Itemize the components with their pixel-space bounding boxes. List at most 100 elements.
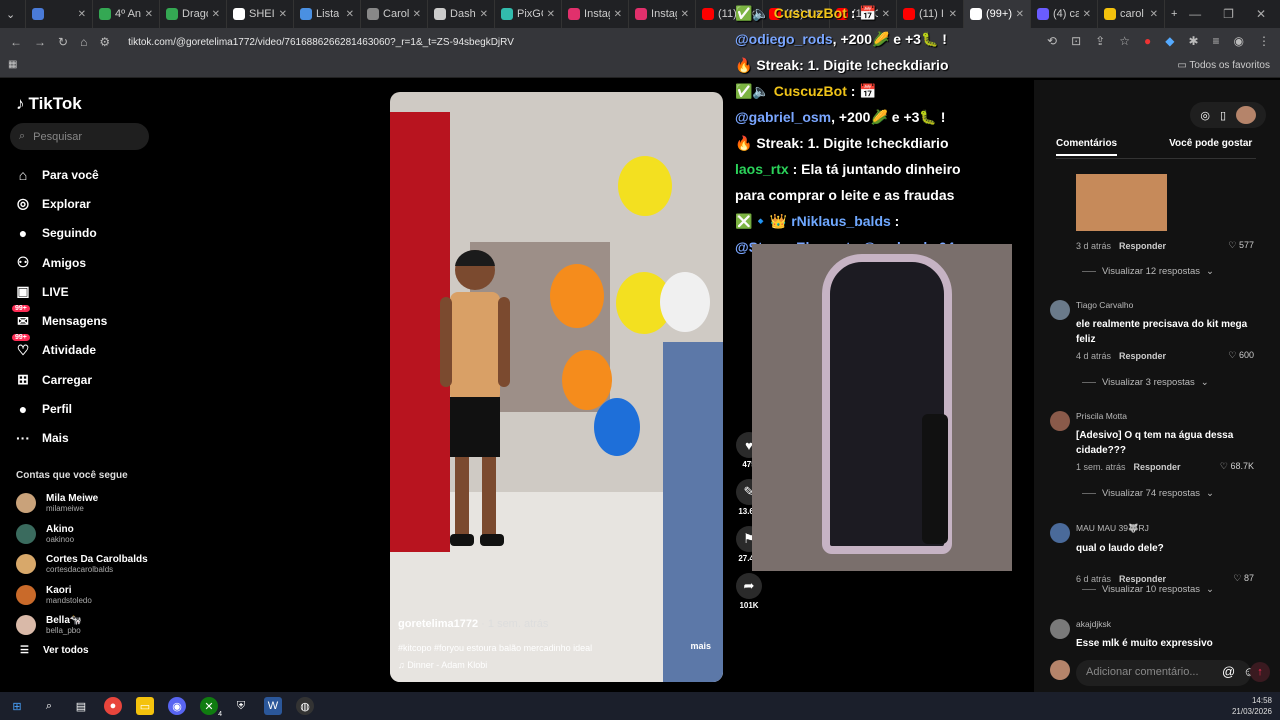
like-count[interactable]: ♡ 87 [1233, 573, 1254, 584]
obs-icon[interactable]: ◍ [296, 697, 314, 715]
commenter-avatar[interactable] [1050, 619, 1070, 639]
comment-username[interactable]: Tiago Carvalho [1076, 300, 1264, 310]
discord-icon[interactable]: ◉ [168, 697, 186, 715]
tab-comments[interactable]: Comentários [1056, 138, 1118, 156]
phone-icon[interactable]: ▯ [1220, 109, 1226, 122]
extension-red-icon[interactable]: ● [1144, 34, 1151, 48]
following-item[interactable]: Bella🐄 bella_pbo [16, 610, 156, 641]
reply-button[interactable]: Responder [1119, 574, 1166, 584]
tab-close-icon[interactable]: ✕ [547, 9, 555, 20]
menu-icon[interactable]: ⋮ [1258, 34, 1270, 48]
tab-close-icon[interactable]: ✕ [346, 9, 354, 20]
tiktok-logo[interactable]: ♪ TikTok [16, 94, 82, 114]
browser-tab[interactable]: Lista ✕ [294, 0, 362, 28]
maximize-icon[interactable]: ❐ [1223, 7, 1234, 21]
browser-tab[interactable]: SHEI ✕ [227, 0, 295, 28]
like-count[interactable]: ♡ 68.7K [1220, 461, 1254, 472]
nav-item-carregar[interactable]: ⊞ Carregar [14, 365, 154, 394]
tab-close-icon[interactable]: ✕ [1150, 9, 1158, 20]
tab-you-may-like[interactable]: Você pode gostar [1169, 138, 1252, 156]
nav-item-atividade[interactable]: ♡ 99+ Atividade [12, 333, 154, 365]
browser-tab[interactable]: Dash ✕ [428, 0, 496, 28]
chrome-icon[interactable]: ● [104, 697, 122, 715]
user-avatar[interactable] [1236, 106, 1256, 124]
search-icon[interactable]: ⌕ [40, 697, 58, 715]
install-icon[interactable]: ⊡ [1071, 34, 1081, 48]
mention-icon[interactable]: @ [1222, 664, 1235, 679]
video-player[interactable]: goretelima1772 · 1 sem. atrás #kitcopo #… [390, 92, 723, 682]
browser-tab[interactable]: PixGO ✕ [495, 0, 563, 28]
tab-close-icon[interactable]: ✕ [145, 9, 153, 20]
home-icon[interactable]: ⌂ [80, 35, 87, 49]
all-favorites[interactable]: ▭ Todos os favoritos [1177, 60, 1270, 71]
word-icon[interactable]: W [264, 697, 282, 715]
url-field[interactable]: tiktok.com/@goretelima1772/video/7616886… [128, 37, 514, 48]
share-icon[interactable]: ⇪ [1095, 34, 1105, 48]
site-info-icon[interactable]: ⚙ [99, 35, 110, 49]
nav-item-perfil[interactable]: ● Perfil [14, 394, 154, 423]
tab-close-icon[interactable]: ✕ [1083, 9, 1091, 20]
tab-close-icon[interactable]: ✕ [614, 9, 622, 20]
commenter-avatar[interactable] [1050, 411, 1070, 431]
nav-item-mensagens[interactable]: ✉ 99+ Mensagens [12, 304, 154, 335]
windows-start-icon[interactable]: ⊞ [8, 697, 26, 715]
browser-tab[interactable]: Instag ✕ [562, 0, 630, 28]
translate-icon[interactable]: ⟲ [1047, 34, 1057, 48]
tab-close-icon[interactable]: ✕ [279, 9, 287, 20]
view-replies-button[interactable]: Visualizar 3 respostas ⌄ [1082, 377, 1209, 388]
action-share[interactable]: ➦ 101K [736, 573, 762, 610]
comment-username[interactable]: MAU MAU 39🐺RJ [1076, 523, 1264, 534]
extension-blue-icon[interactable]: ◆ [1165, 34, 1174, 48]
tab-close-icon[interactable]: ✕ [681, 9, 689, 20]
following-item[interactable]: Cortes Da Carolbalds cortesdacarolbalds [16, 549, 156, 580]
video-more-button[interactable]: mais [690, 641, 711, 651]
browser-tab[interactable]: carol ✕ [1098, 0, 1166, 28]
browser-tab[interactable]: Instag ✕ [629, 0, 697, 28]
browser-tab[interactable]: ✕ [26, 0, 94, 28]
view-replies-button[interactable]: Visualizar 74 respostas ⌄ [1082, 488, 1214, 499]
profile-icon[interactable]: ◉ [1234, 34, 1244, 48]
commenter-avatar[interactable] [1050, 300, 1070, 320]
nav-item-seguindo[interactable]: ● Seguindo [14, 219, 154, 248]
back-icon[interactable]: ← [10, 35, 22, 49]
commenter-avatar[interactable] [1050, 523, 1070, 543]
tab-close-icon[interactable]: ✕ [480, 9, 488, 20]
nav-item-explorar[interactable]: ◎ Explorar [14, 189, 154, 218]
extensions-icon[interactable]: ✱ [1188, 34, 1198, 48]
security-icon[interactable]: ⛨ [232, 697, 250, 715]
tab-close-icon[interactable]: ✕ [212, 9, 220, 20]
view-replies-button[interactable]: Visualizar 10 respostas ⌄ [1082, 584, 1214, 595]
file-explorer-icon[interactable]: ▭ [136, 697, 154, 715]
like-count[interactable]: ♡ 600 [1228, 350, 1254, 361]
media-icon[interactable]: ≡ [1213, 34, 1220, 48]
tab-close-icon[interactable]: ✕ [78, 9, 86, 20]
star-icon[interactable]: ☆ [1119, 34, 1130, 48]
comment-username[interactable]: Priscila Motta [1076, 411, 1264, 421]
reply-button[interactable]: Responder [1119, 351, 1166, 361]
send-icon[interactable]: ↑ [1250, 662, 1270, 682]
tab-close-icon[interactable]: ✕ [413, 9, 421, 20]
tab-menu[interactable]: ⌄ [0, 0, 27, 28]
reply-button[interactable]: Responder [1134, 462, 1181, 472]
comment-username[interactable]: akajdjksk [1076, 619, 1264, 629]
browser-tab[interactable]: Carol ✕ [361, 0, 429, 28]
reload-icon[interactable]: ↻ [58, 35, 68, 49]
close-icon[interactable]: ✕ [1256, 7, 1266, 21]
browser-tab[interactable]: 4º An ✕ [93, 0, 161, 28]
compass-icon[interactable]: ◎ [1200, 109, 1210, 122]
apps-icon[interactable]: ▦ [8, 59, 17, 70]
video-author[interactable]: goretelima1772 · 1 sem. atrás [398, 618, 548, 630]
system-clock[interactable]: 14:58 21/03/2026 [1232, 695, 1272, 717]
xbox-icon[interactable]: ✕ 4 [200, 697, 222, 718]
nav-item-live[interactable]: ▣ LIVE [14, 277, 154, 306]
task-view-icon[interactable]: ▤ [72, 697, 90, 715]
search-input[interactable]: ⌕ Pesquisar [10, 123, 149, 150]
following-item[interactable]: Kaori mandstoledo [16, 580, 156, 611]
browser-tab[interactable]: (4) ca ✕ [1031, 0, 1099, 28]
following-item[interactable]: Mila Meiwe milameiwe [16, 488, 156, 519]
reply-button[interactable]: Responder [1119, 241, 1166, 251]
new-tab-button[interactable]: + [1165, 0, 1189, 28]
see-all-button[interactable]: ☰ Ver todos [16, 645, 156, 656]
view-replies-button[interactable]: Visualizar 12 respostas ⌄ [1082, 266, 1214, 277]
forward-icon[interactable]: → [34, 35, 46, 49]
